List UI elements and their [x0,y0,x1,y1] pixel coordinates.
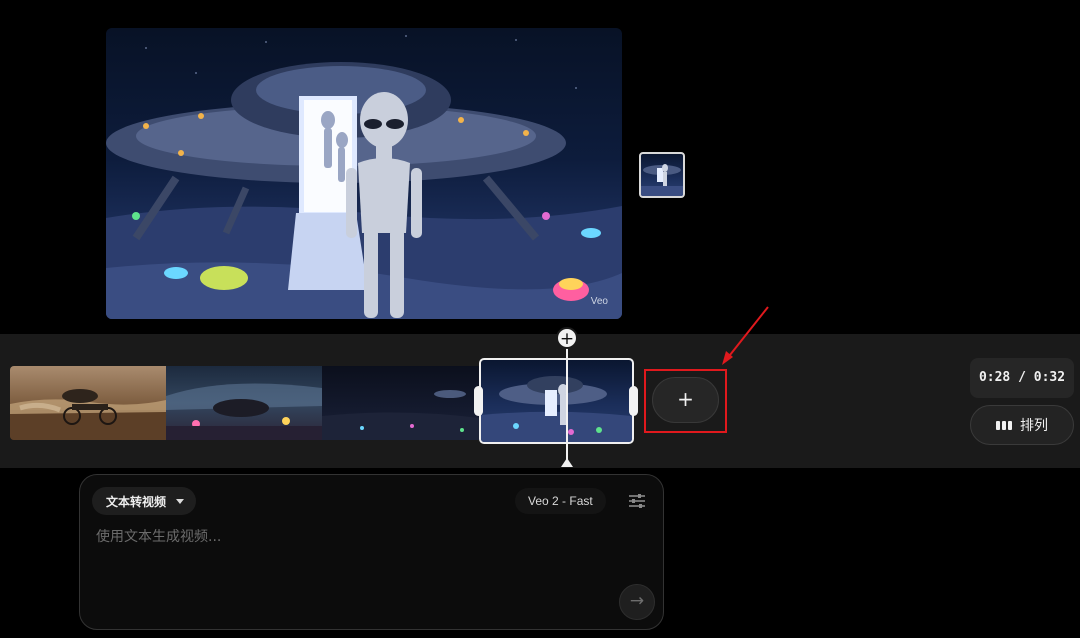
arrange-label: 排列 [1020,418,1048,434]
clip-thumbnail [481,376,632,442]
playhead[interactable] [566,342,568,466]
trim-handle-left[interactable] [474,386,483,416]
timeline-clip-night-street[interactable] [166,366,322,440]
frame-thumbnail[interactable] [639,152,685,198]
model-selector[interactable]: Veo 2 - Fast [515,488,606,514]
submit-arrow-button[interactable]: → [619,584,655,620]
timeline-clip-desert-rider[interactable] [10,366,166,440]
mode-dropdown[interactable]: 文本转视频 [92,487,197,515]
timeline-clip-dark-moonscape[interactable] [322,366,480,440]
time-display: 0:28 / 0:32 [970,358,1074,398]
add-clip-button[interactable]: + [652,377,719,423]
mode-dropdown-label: 文本转视频 [106,494,167,509]
clip-thumbnail [322,390,480,440]
timeline-panel: + + 0:28 / 0:32 排列 [0,327,1080,468]
prompt-input[interactable] [96,529,616,545]
chevron-down-icon [176,498,185,504]
playhead-marker-icon[interactable] [561,458,573,467]
timeline-clip-ufo-alien-selected[interactable] [479,358,634,444]
settings-sliders-icon[interactable] [628,492,646,510]
prompt-panel: 文本转视频 Veo 2 - Fast → [79,474,664,630]
preview-frame-image [106,35,622,319]
frame-thumbnail-image [641,164,683,196]
arrange-icon [996,420,1012,430]
clip-thumbnail [166,383,322,440]
arrange-button[interactable]: 排列 [970,405,1074,445]
veo-watermark: Veo [590,296,608,307]
clip-thumbnail [10,389,166,440]
insert-at-playhead-button[interactable]: + [556,327,578,349]
video-preview[interactable]: Veo [106,28,622,319]
trim-handle-right[interactable] [629,386,638,416]
clip-strip [10,366,480,440]
